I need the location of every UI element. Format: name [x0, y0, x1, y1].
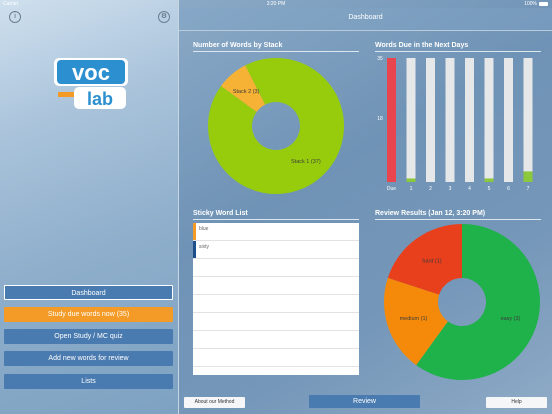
- add-new-words-label: Add new words for review: [48, 355, 129, 362]
- sticky-word: blue: [199, 226, 209, 232]
- sticky-word-list[interactable]: blue sixty: [193, 223, 359, 375]
- y-tick-label: 35: [377, 56, 383, 62]
- stack-chart-title: Number of Words by Stack: [193, 42, 283, 49]
- review-donut-chart: easy (3) medium (1) hard (1): [384, 224, 540, 380]
- sticky-row-empty: [193, 331, 359, 349]
- review-chart-title: Review Results (Jan 12, 3:20 PM): [375, 210, 486, 217]
- sticky-color-bar: [193, 223, 196, 240]
- logo-voc-text: voc: [72, 60, 110, 85]
- clock-label: 3:20 PM: [266, 1, 286, 7]
- lists-label: Lists: [81, 378, 96, 385]
- lists-button[interactable]: Lists: [4, 374, 173, 389]
- bar: [523, 171, 533, 182]
- open-study-quiz-button[interactable]: Open Study / MC quiz: [4, 329, 173, 344]
- dashboard-button-label: Dashboard: [71, 290, 106, 297]
- dashboard-main: Dashboard Number of Words by Stack Words…: [179, 0, 552, 414]
- stack-donut-chart: Stack 1 (37) Stack 2 (3): [208, 58, 344, 194]
- sticky-row-empty: [193, 313, 359, 331]
- sticky-word: sixty: [199, 244, 209, 250]
- nav-bar: Dashboard: [179, 8, 552, 31]
- logo-lab-text: lab: [87, 89, 113, 109]
- bar-track: [523, 58, 533, 182]
- review-label: Review: [353, 398, 376, 405]
- stack-title-underline: [193, 51, 359, 52]
- sticky-list-title: Sticky Word List: [193, 210, 248, 217]
- sticky-row[interactable]: blue: [193, 223, 359, 241]
- sticky-row-empty: [193, 277, 359, 295]
- dashboard-button[interactable]: Dashboard: [4, 285, 173, 300]
- about-method-label: About our Method: [194, 399, 235, 405]
- sticky-row-empty: [193, 349, 359, 367]
- sticky-row[interactable]: sixty: [193, 241, 359, 259]
- battery-label: 100%: [524, 1, 537, 7]
- bar-track: [406, 58, 416, 182]
- study-due-words-button[interactable]: Study due words now (35): [4, 307, 173, 322]
- sticky-title-underline: [193, 219, 359, 220]
- bar: [387, 58, 396, 182]
- x-tick-label: Due: [387, 186, 396, 192]
- page-title: Dashboard: [348, 14, 383, 21]
- sticky-row-empty: [193, 259, 359, 277]
- slice-label: Stack 2 (3): [233, 89, 260, 95]
- bar-track: [504, 58, 513, 182]
- x-tick-label: 1: [410, 186, 413, 192]
- due-bar-chart: 35 18 Due 1 2 3 4 5 6 7: [377, 56, 533, 192]
- x-tick-label: 3: [449, 186, 452, 192]
- about-method-button[interactable]: About our Method: [184, 397, 245, 408]
- slice-label: hard (1): [422, 259, 441, 265]
- slice-label: medium (1): [400, 316, 428, 322]
- slice-label: easy (3): [501, 316, 521, 322]
- battery-icon: [539, 1, 548, 6]
- slice-label: Stack 1 (37): [291, 159, 321, 165]
- bar-track: [484, 58, 494, 182]
- help-button[interactable]: Help: [486, 397, 547, 408]
- voclab-logo: voc lab: [54, 58, 128, 109]
- bar-track: [465, 58, 474, 182]
- sticky-color-bar: [193, 241, 196, 258]
- add-new-words-button[interactable]: Add new words for review: [4, 351, 173, 366]
- x-tick-label: 6: [507, 186, 510, 192]
- due-title-underline: [375, 51, 541, 52]
- x-tick-label: 4: [468, 186, 471, 192]
- help-label: Help: [511, 399, 522, 405]
- settings-icon[interactable]: ⚙: [158, 11, 170, 23]
- bar-track: [445, 58, 455, 182]
- x-tick-label: 2: [429, 186, 432, 192]
- y-tick-label: 18: [377, 116, 383, 122]
- sidebar: i ⚙ voc lab Dashboard Study due words no…: [0, 0, 178, 414]
- review-button[interactable]: Review: [309, 395, 420, 408]
- battery-indicator: 100%: [524, 1, 548, 7]
- sticky-row-empty: [193, 295, 359, 313]
- info-icon[interactable]: i: [9, 11, 21, 23]
- x-tick-label: 7: [527, 186, 530, 192]
- bar: [484, 178, 494, 182]
- study-due-words-label: Study due words now (35): [47, 311, 130, 318]
- bar: [406, 178, 416, 182]
- x-tick-label: 5: [488, 186, 491, 192]
- due-chart-title: Words Due in the Next Days: [375, 42, 469, 49]
- open-study-quiz-label: Open Study / MC quiz: [54, 333, 123, 340]
- status-bar: Carrier 3:20 PM 100%: [0, 0, 552, 8]
- bar-track: [426, 58, 435, 182]
